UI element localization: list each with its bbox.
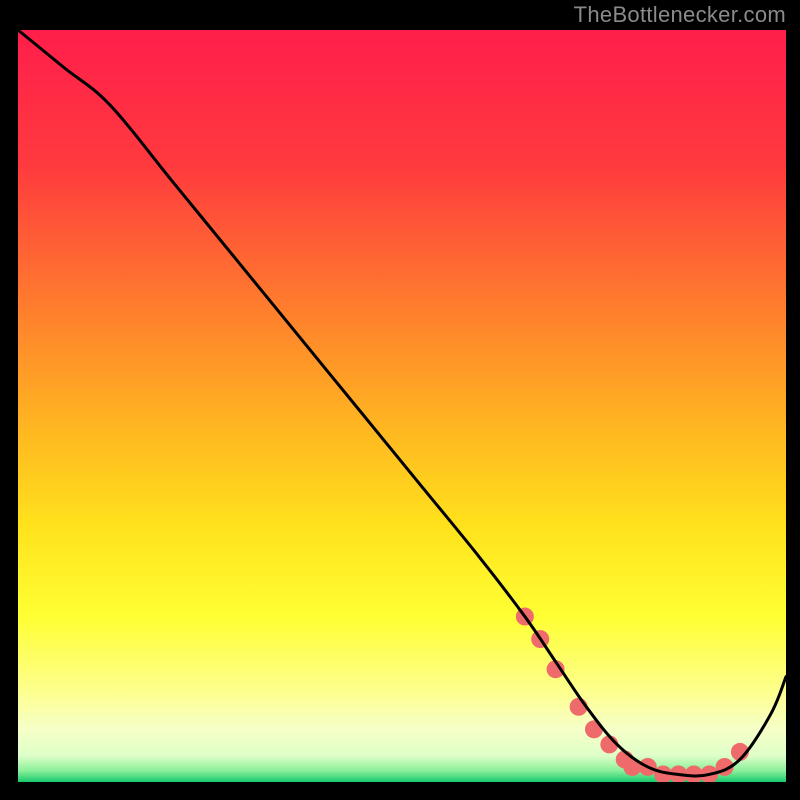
plot-background [18,30,786,782]
attribution-text: TheBottlenecker.com [574,2,786,28]
chart-svg [0,0,800,800]
chart-stage: TheBottlenecker.com [0,0,800,800]
